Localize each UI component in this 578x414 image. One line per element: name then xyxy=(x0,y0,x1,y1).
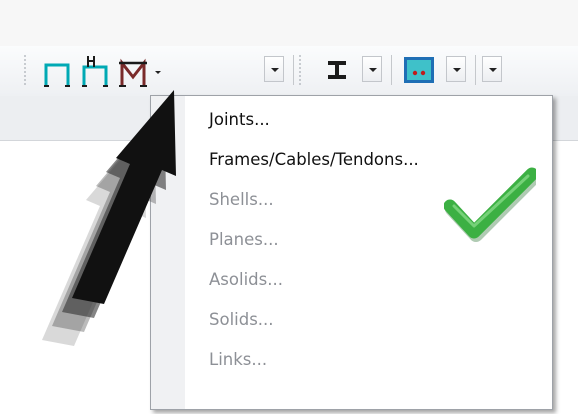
toolbar-separator-3 xyxy=(475,55,476,85)
menu-item-links: Links... xyxy=(209,350,268,369)
toolbar-separator-2 xyxy=(391,55,392,85)
toolbar-grip[interactable] xyxy=(24,54,26,86)
select-dropdown-menu: Joints... Frames/Cables/Tendons... Shell… xyxy=(150,95,553,410)
extra-dropdown-button[interactable] xyxy=(482,56,502,82)
window-top-area xyxy=(0,0,578,46)
menu-item-joints[interactable]: Joints... xyxy=(209,110,270,130)
toolbar-grip-2[interactable] xyxy=(299,54,301,86)
green-checkmark-icon xyxy=(444,167,536,242)
i-beam-section-icon xyxy=(328,61,346,79)
menu-item-frames-cables-tendons[interactable]: Frames/Cables/Tendons... xyxy=(209,150,419,170)
menu-item-shells: Shells... xyxy=(209,190,274,209)
shell-area-icon xyxy=(404,57,434,83)
menu-item-solids: Solids... xyxy=(209,310,274,329)
shell-dropdown-button[interactable] xyxy=(446,56,466,82)
shell-area-button[interactable] xyxy=(402,51,438,89)
motion-arrow-icon xyxy=(42,90,176,346)
section-dropdown-button[interactable] xyxy=(362,56,382,82)
menu-item-asolids: Asolids... xyxy=(209,270,283,289)
toolbar-separator xyxy=(293,55,294,85)
nd-dropdown-button[interactable] xyxy=(264,56,284,82)
frame-select-dropdown-arrow[interactable] xyxy=(155,71,161,74)
section-properties-button[interactable] xyxy=(322,51,352,89)
menu-item-planes: Planes... xyxy=(209,230,279,249)
